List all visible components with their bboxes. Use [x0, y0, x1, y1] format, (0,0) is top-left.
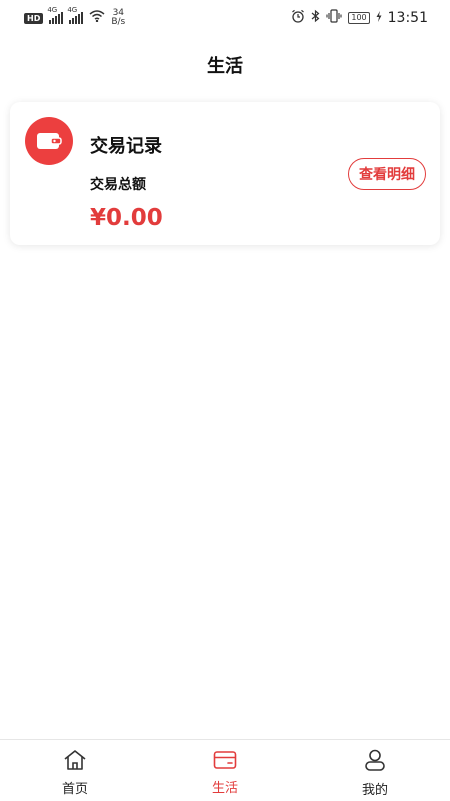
total-amount-label: 交易总额 — [90, 177, 146, 193]
status-right: 100 13:51 — [291, 9, 428, 27]
tab-mine[interactable]: 我的 — [300, 740, 450, 801]
bottom-tab-bar: 首页 生活 我的 — [0, 739, 450, 801]
charging-icon — [376, 10, 382, 26]
network-speed-unit: B/s — [111, 17, 126, 27]
status-bar: HD 4G 4G 34 B/s 100 13:51 — [0, 0, 450, 36]
status-left: HD 4G 4G 34 B/s — [24, 6, 125, 27]
network-type-1: 4G — [47, 6, 58, 14]
wifi-icon — [89, 10, 105, 26]
tab-life[interactable]: 生活 — [150, 740, 300, 801]
bluetooth-icon — [311, 9, 320, 27]
view-details-button[interactable]: 查看明细 — [348, 158, 426, 190]
card-title: 交易记录 — [90, 136, 162, 157]
home-icon — [63, 749, 87, 775]
network-speed: 34 B/s — [111, 9, 125, 27]
tab-life-label: 生活 — [211, 780, 238, 796]
clock: 13:51 — [387, 10, 428, 26]
signal-icon-2: 4G — [67, 6, 84, 24]
total-amount-value: ¥0.00 — [90, 205, 163, 231]
wallet-icon — [25, 117, 73, 165]
tab-home[interactable]: 首页 — [0, 740, 150, 801]
user-icon — [363, 748, 387, 776]
battery-level: 100 — [348, 12, 370, 24]
vibrate-icon — [326, 9, 342, 27]
signal-icon: 4G — [47, 6, 64, 24]
hd-indicator: HD — [24, 12, 44, 24]
alarm-icon — [291, 9, 305, 27]
tab-home-label: 首页 — [61, 781, 88, 797]
tab-mine-label: 我的 — [361, 782, 388, 798]
page-title: 生活 — [207, 56, 243, 77]
transaction-card: 交易记录 交易总额 ¥0.00 查看明细 — [10, 102, 440, 245]
card-icon — [213, 750, 237, 774]
network-type-2: 4G — [67, 6, 78, 14]
